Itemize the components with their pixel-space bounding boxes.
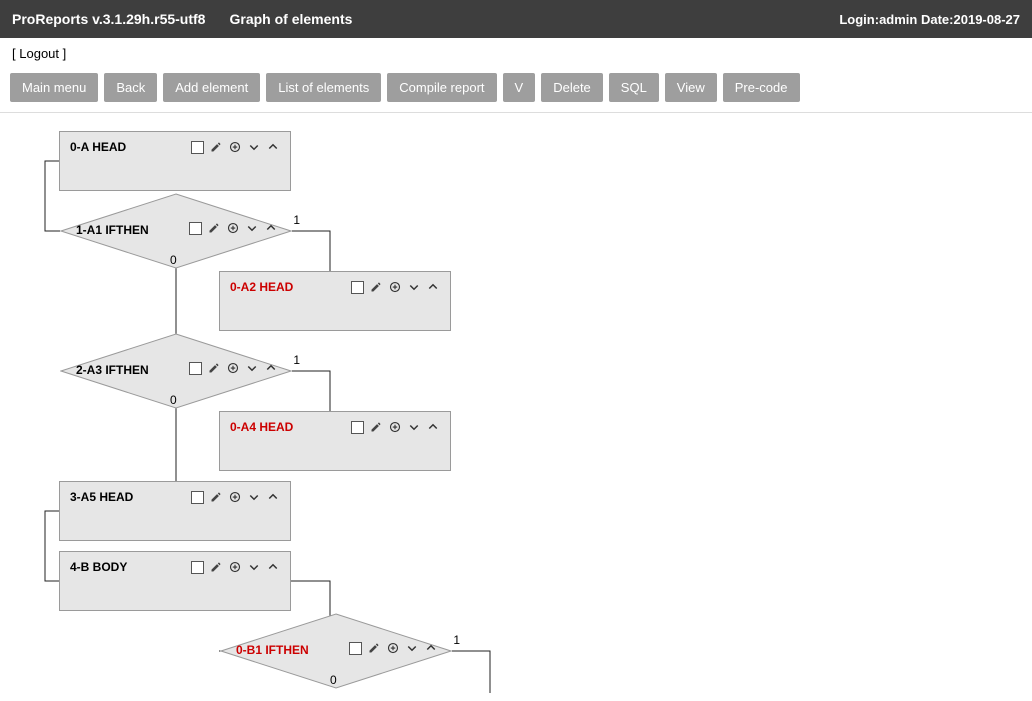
delete-button[interactable]: Delete bbox=[541, 73, 603, 102]
select-checkbox[interactable] bbox=[189, 222, 202, 235]
node-4-b-body[interactable]: 4-B BODY bbox=[59, 551, 291, 611]
compile-report-button[interactable]: Compile report bbox=[387, 73, 496, 102]
node-tools bbox=[349, 641, 438, 655]
edit-icon[interactable] bbox=[369, 280, 383, 294]
select-checkbox[interactable] bbox=[349, 642, 362, 655]
node-0-b1-ifthen[interactable]: 0-B1 IFTHEN 1 0 bbox=[220, 613, 452, 689]
edit-icon[interactable] bbox=[369, 420, 383, 434]
select-checkbox[interactable] bbox=[189, 362, 202, 375]
branch-true-label: 1 bbox=[453, 633, 460, 647]
edit-icon[interactable] bbox=[207, 221, 221, 235]
move-up-icon[interactable] bbox=[264, 361, 278, 375]
add-icon[interactable] bbox=[386, 641, 400, 655]
node-2-a3-ifthen[interactable]: 2-A3 IFTHEN 1 0 bbox=[60, 333, 292, 409]
node-tools bbox=[351, 280, 440, 294]
edit-icon[interactable] bbox=[209, 490, 223, 504]
logout-row: [ Logout ] bbox=[0, 38, 1032, 69]
v-button[interactable]: V bbox=[503, 73, 536, 102]
node-tools bbox=[351, 420, 440, 434]
toolbar: Main menu Back Add element List of eleme… bbox=[0, 69, 1032, 113]
select-checkbox[interactable] bbox=[191, 491, 204, 504]
move-up-icon[interactable] bbox=[264, 221, 278, 235]
select-checkbox[interactable] bbox=[351, 281, 364, 294]
add-icon[interactable] bbox=[388, 280, 402, 294]
branch-true-label: 1 bbox=[293, 213, 300, 227]
branch-true-label: 1 bbox=[293, 353, 300, 367]
select-checkbox[interactable] bbox=[191, 141, 204, 154]
move-up-icon[interactable] bbox=[424, 641, 438, 655]
add-icon[interactable] bbox=[228, 140, 242, 154]
add-icon[interactable] bbox=[226, 221, 240, 235]
move-up-icon[interactable] bbox=[266, 560, 280, 574]
view-button[interactable]: View bbox=[665, 73, 717, 102]
move-up-icon[interactable] bbox=[266, 490, 280, 504]
node-1-a1-ifthen[interactable]: 1-A1 IFTHEN 1 0 bbox=[60, 193, 292, 269]
add-icon[interactable] bbox=[228, 490, 242, 504]
main-menu-button[interactable]: Main menu bbox=[10, 73, 98, 102]
move-up-icon[interactable] bbox=[266, 140, 280, 154]
node-label: 4-B BODY bbox=[70, 560, 127, 574]
node-tools bbox=[191, 490, 280, 504]
select-checkbox[interactable] bbox=[351, 421, 364, 434]
graph-canvas[interactable]: 0-A HEAD 1-A1 IFTHEN 1 0 0-A2 HEAD 2-A3 … bbox=[0, 113, 1032, 693]
node-tools bbox=[191, 560, 280, 574]
node-3-a5-head[interactable]: 3-A5 HEAD bbox=[59, 481, 291, 541]
login-info: Login:admin Date:2019-08-27 bbox=[839, 12, 1020, 27]
node-label: 3-A5 HEAD bbox=[70, 490, 133, 504]
branch-false-label: 0 bbox=[170, 393, 177, 407]
move-up-icon[interactable] bbox=[426, 280, 440, 294]
move-down-icon[interactable] bbox=[245, 361, 259, 375]
move-down-icon[interactable] bbox=[407, 420, 421, 434]
edit-icon[interactable] bbox=[209, 560, 223, 574]
node-label: 2-A3 IFTHEN bbox=[76, 363, 149, 377]
node-0-a2-head[interactable]: 0-A2 HEAD bbox=[219, 271, 451, 331]
move-down-icon[interactable] bbox=[247, 490, 261, 504]
edit-icon[interactable] bbox=[207, 361, 221, 375]
move-down-icon[interactable] bbox=[247, 140, 261, 154]
node-0-a4-head[interactable]: 0-A4 HEAD bbox=[219, 411, 451, 471]
node-label: 0-B1 IFTHEN bbox=[236, 643, 309, 657]
branch-false-label: 0 bbox=[170, 253, 177, 267]
move-down-icon[interactable] bbox=[247, 560, 261, 574]
move-up-icon[interactable] bbox=[426, 420, 440, 434]
back-button[interactable]: Back bbox=[104, 73, 157, 102]
node-label: 0-A4 HEAD bbox=[230, 420, 293, 434]
node-label: 0-A2 HEAD bbox=[230, 280, 293, 294]
move-down-icon[interactable] bbox=[405, 641, 419, 655]
page-title: Graph of elements bbox=[229, 11, 352, 27]
list-of-elements-button[interactable]: List of elements bbox=[266, 73, 381, 102]
app-title: ProReports v.3.1.29h.r55-utf8 bbox=[12, 11, 205, 27]
move-down-icon[interactable] bbox=[245, 221, 259, 235]
node-label: 1-A1 IFTHEN bbox=[76, 223, 149, 237]
logout-link[interactable]: Logout bbox=[19, 46, 59, 61]
node-label: 0-A HEAD bbox=[70, 140, 126, 154]
add-icon[interactable] bbox=[388, 420, 402, 434]
add-icon[interactable] bbox=[228, 560, 242, 574]
move-down-icon[interactable] bbox=[407, 280, 421, 294]
branch-false-label: 0 bbox=[330, 673, 337, 687]
add-element-button[interactable]: Add element bbox=[163, 73, 260, 102]
edit-icon[interactable] bbox=[209, 140, 223, 154]
select-checkbox[interactable] bbox=[191, 561, 204, 574]
edit-icon[interactable] bbox=[367, 641, 381, 655]
node-tools bbox=[189, 361, 278, 375]
node-tools bbox=[191, 140, 280, 154]
sql-button[interactable]: SQL bbox=[609, 73, 659, 102]
pre-code-button[interactable]: Pre-code bbox=[723, 73, 800, 102]
node-0-a-head[interactable]: 0-A HEAD bbox=[59, 131, 291, 191]
node-tools bbox=[189, 221, 278, 235]
add-icon[interactable] bbox=[226, 361, 240, 375]
top-bar: ProReports v.3.1.29h.r55-utf8 Graph of e… bbox=[0, 0, 1032, 38]
